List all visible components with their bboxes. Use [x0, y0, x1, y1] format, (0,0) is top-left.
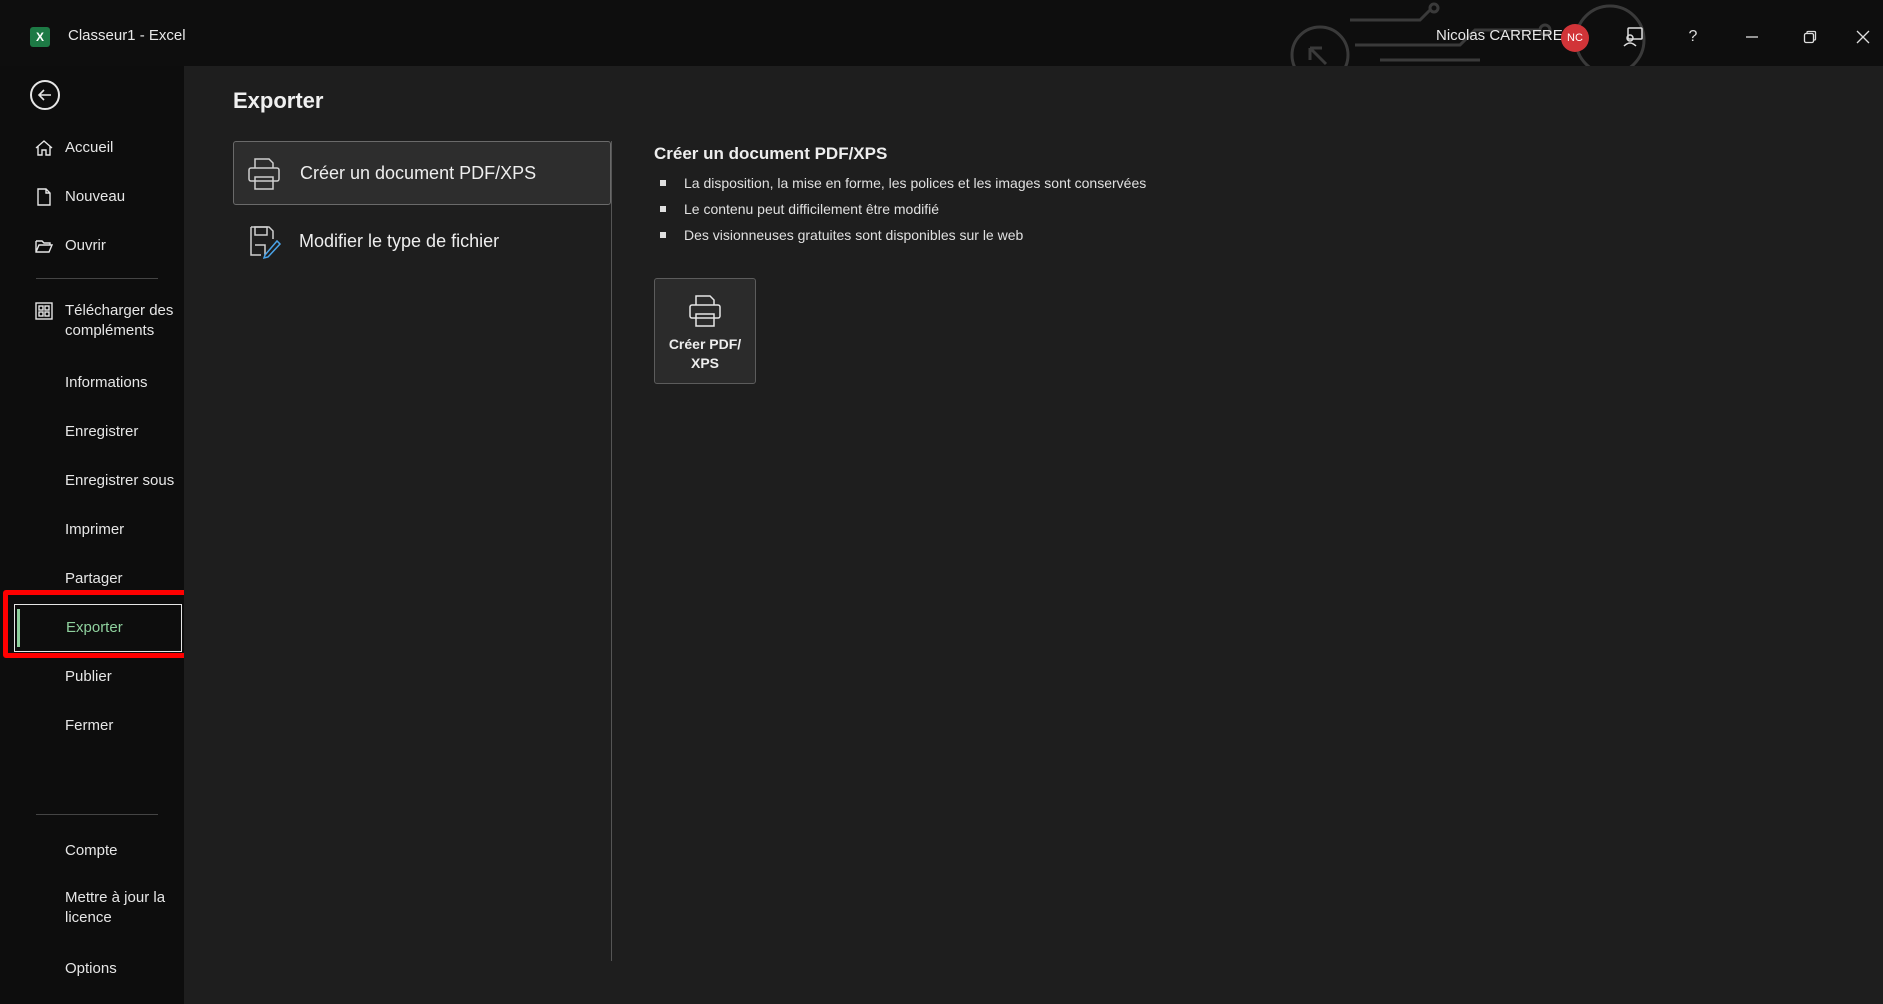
sidebar-item-label: Fermer: [65, 717, 114, 734]
sidebar-item-fermer[interactable]: Fermer: [14, 702, 182, 750]
list-item: La disposition, la mise en forme, les po…: [660, 170, 1146, 196]
sidebar-item-imprimer[interactable]: Imprimer: [14, 506, 182, 554]
list-item: Le contenu peut difficilement être modif…: [660, 196, 1146, 222]
sidebar-item-label: Compte: [65, 842, 118, 859]
sidebar-item-mettre-a-jour-licence[interactable]: Mettre à jour la licence: [14, 881, 182, 939]
user-avatar[interactable]: NC: [1561, 24, 1589, 52]
arrow-left-icon: [37, 89, 51, 101]
sidebar-item-label: Nouveau: [65, 188, 126, 205]
sidebar-item-ouvrir[interactable]: Ouvrir: [14, 222, 182, 270]
backstage-sidebar: Accueil Nouveau Ouvrir Télécharger des c…: [0, 66, 184, 1004]
option-label: Créer un document PDF/XPS: [300, 162, 537, 183]
new-document-icon: [37, 188, 51, 206]
list-item: Des visionneuses gratuites sont disponib…: [660, 222, 1146, 248]
sidebar-item-partager[interactable]: Partager: [14, 555, 182, 603]
help-icon: ?: [1688, 28, 1698, 45]
printer-icon: [248, 158, 280, 190]
option-label: Modifier le type de fichier: [299, 230, 500, 251]
sidebar-item-nouveau[interactable]: Nouveau: [14, 173, 182, 221]
close-icon: [1856, 30, 1870, 44]
sidebar-item-label: Options: [65, 960, 117, 977]
restore-icon: [1803, 30, 1817, 44]
excel-window: X Classeur1 - Excel Nicolas CARRERE NC ?…: [0, 0, 1883, 1004]
sidebar-item-exporter[interactable]: Exporter: [14, 604, 182, 652]
sidebar-item-label: Mettre à jour la licence: [65, 888, 165, 928]
back-button[interactable]: [30, 80, 60, 110]
sidebar-item-label-line2: licence: [65, 909, 112, 926]
sidebar-item-label: Enregistrer sous: [65, 472, 175, 489]
sidebar-divider: [36, 814, 158, 815]
option-change-file-type[interactable]: Modifier le type de fichier: [233, 209, 611, 273]
sidebar-item-label: Informations: [65, 374, 148, 391]
sidebar-item-accueil[interactable]: Accueil: [14, 124, 182, 172]
sidebar-item-publier[interactable]: Publier: [14, 653, 182, 701]
printer-icon: [689, 295, 721, 327]
folder-open-icon: [35, 240, 54, 253]
home-icon: [35, 140, 53, 156]
sidebar-item-label: Ouvrir: [65, 237, 106, 254]
button-label-line1: Créer PDF/: [668, 336, 742, 352]
sidebar-item-label: Exporter: [66, 619, 123, 636]
sidebar-item-enregistrer[interactable]: Enregistrer: [14, 408, 182, 456]
detail-title: Créer un document PDF/XPS: [654, 144, 888, 163]
sidebar-item-label-line1: Télécharger des: [65, 302, 174, 319]
sidebar-divider: [36, 278, 158, 279]
sidebar-item-label: Partager: [65, 570, 123, 587]
restore-button[interactable]: [1790, 20, 1830, 54]
feedback-icon: [1623, 27, 1643, 47]
sidebar-item-label: Publier: [65, 668, 112, 685]
create-pdf-xps-button-label: Créer PDF/ XPS: [655, 335, 755, 373]
sidebar-item-enregistrer-sous[interactable]: Enregistrer sous: [14, 457, 182, 505]
sidebar-item-label: Télécharger des compléments: [65, 301, 173, 341]
create-pdf-xps-button[interactable]: Créer PDF/ XPS: [654, 278, 756, 384]
feedback-button[interactable]: [1613, 20, 1653, 54]
button-label-line2: XPS: [690, 355, 719, 371]
addins-icon: [35, 302, 53, 320]
sidebar-item-informations[interactable]: Informations: [14, 359, 182, 407]
sidebar-item-label-line2: compléments: [65, 322, 155, 339]
title-bar: X Classeur1 - Excel Nicolas CARRERE NC ?: [0, 0, 1883, 66]
sidebar-item-telecharger-complements[interactable]: Télécharger des compléments: [14, 294, 182, 352]
close-button[interactable]: [1843, 20, 1883, 54]
sidebar-item-options[interactable]: Options: [14, 945, 182, 993]
change-file-type-icon: [250, 226, 282, 260]
option-create-pdf-xps[interactable]: Créer un document PDF/XPS: [233, 141, 611, 205]
window-title: Classeur1 - Excel: [68, 27, 186, 44]
pane-separator: [611, 141, 612, 961]
sidebar-item-label-line1: Mettre à jour la: [65, 889, 166, 906]
sidebar-item-label: Accueil: [65, 139, 114, 156]
detail-bullet-list: La disposition, la mise en forme, les po…: [660, 170, 1146, 248]
minimize-icon: [1746, 36, 1758, 38]
export-pane: Exporter Créer un document PDF/XPS Modif…: [184, 66, 1883, 1004]
sidebar-item-label: Enregistrer: [65, 423, 139, 440]
page-title: Exporter: [233, 88, 324, 113]
user-name[interactable]: Nicolas CARRERE: [1436, 27, 1563, 44]
help-button[interactable]: ?: [1673, 20, 1713, 54]
sidebar-item-label: Imprimer: [65, 521, 125, 538]
excel-logo-icon: X: [30, 27, 50, 47]
minimize-button[interactable]: [1732, 20, 1772, 54]
sidebar-item-compte[interactable]: Compte: [14, 827, 182, 875]
